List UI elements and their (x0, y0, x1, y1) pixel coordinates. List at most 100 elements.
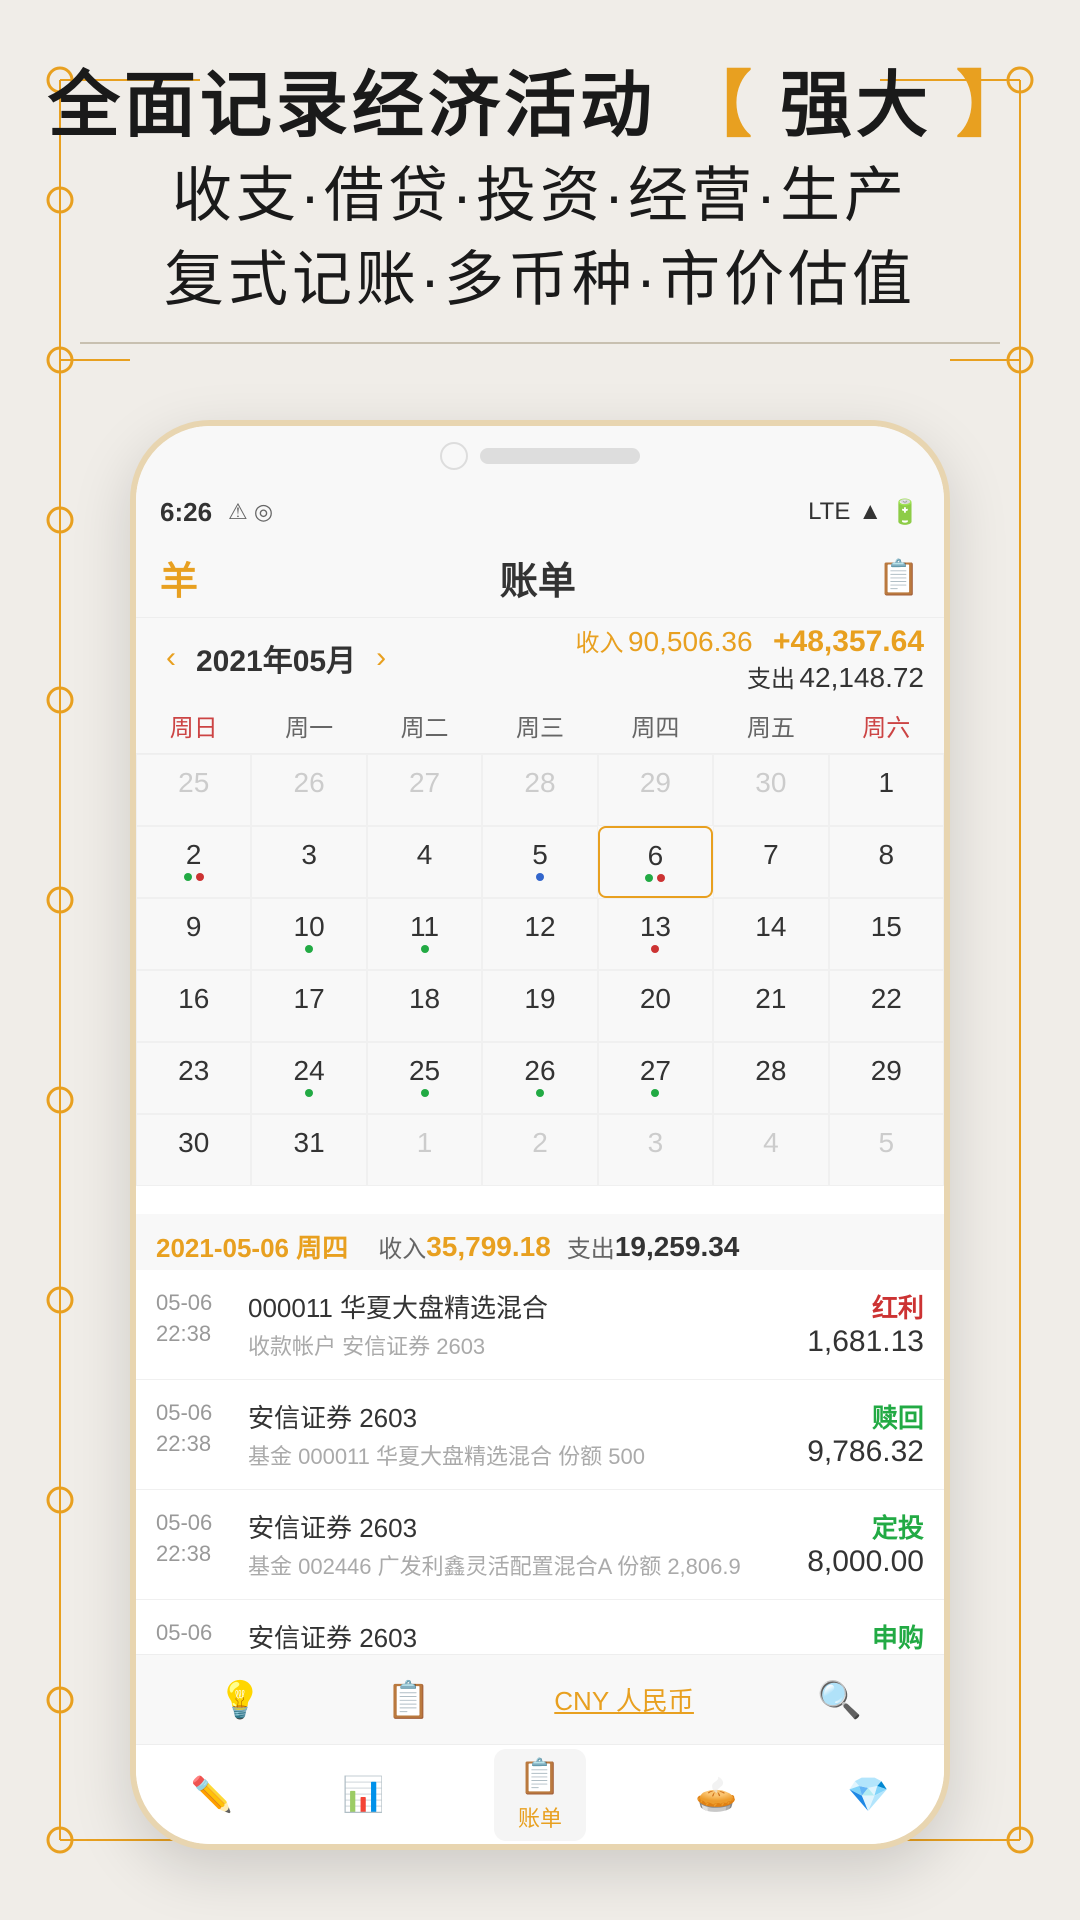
weekday-sun: 周日 (136, 698, 251, 753)
cal-day-12[interactable]: 12 (482, 898, 597, 970)
cal-day-2-other[interactable]: 2 (482, 1114, 597, 1186)
day-number: 25 (178, 767, 209, 799)
day-number: 20 (640, 983, 671, 1015)
day-number: 25 (409, 1055, 440, 1087)
cal-day-3[interactable]: 3 (251, 826, 366, 898)
day-number: 13 (640, 911, 671, 943)
nav-bill[interactable]: 📋 账单 (494, 1749, 586, 1841)
day-dots (536, 1089, 544, 1097)
phone-speaker (480, 448, 640, 464)
cal-day-5-other[interactable]: 5 (829, 1114, 944, 1186)
cal-day-10[interactable]: 10 (251, 898, 366, 970)
bottom-toolbar: 💡 📋 CNY 人民币 🔍 (136, 1654, 944, 1744)
weekday-mon: 周一 (251, 698, 366, 753)
nav-diamond[interactable]: 💎 (847, 1775, 889, 1815)
cal-day-2[interactable]: 2 (136, 826, 251, 898)
status-signal: ▲ (858, 498, 882, 526)
edit-icon[interactable]: 📋 (878, 558, 920, 598)
cal-day-8[interactable]: 8 (829, 826, 944, 898)
day-number: 30 (755, 767, 786, 799)
day-dots (651, 945, 659, 953)
cal-day-30[interactable]: 30 (136, 1114, 251, 1186)
cal-day-9[interactable]: 9 (136, 898, 251, 970)
cal-day-31[interactable]: 31 (251, 1114, 366, 1186)
cal-day-26[interactable]: 26 (482, 1042, 597, 1114)
cal-day-28[interactable]: 28 (713, 1042, 828, 1114)
cal-day-26-other[interactable]: 26 (251, 754, 366, 826)
trans-name-1: 安信证券 2603 (248, 1398, 795, 1435)
green-dot (421, 1089, 429, 1097)
next-month-button[interactable]: › (366, 641, 396, 675)
day-number: 9 (186, 911, 202, 943)
day-number: 19 (524, 983, 555, 1015)
cal-day-28-other[interactable]: 28 (482, 754, 597, 826)
cal-day-25-other[interactable]: 25 (136, 754, 251, 826)
weekday-wed: 周三 (482, 698, 597, 753)
cal-day-19[interactable]: 19 (482, 970, 597, 1042)
header-line3: 复式记账·多币种·市价估值 (80, 238, 1000, 344)
cal-day-3-other[interactable]: 3 (598, 1114, 713, 1186)
bill-nav-label: 账单 (518, 1801, 562, 1833)
nav-chart[interactable]: 🥧 (695, 1775, 737, 1815)
day-number: 4 (763, 1127, 779, 1159)
red-dot (196, 873, 204, 881)
cal-day-4[interactable]: 4 (367, 826, 482, 898)
status-battery: 🔋 (890, 498, 920, 527)
cal-day-5[interactable]: 5 (482, 826, 597, 898)
app-nav-bar: 羊 账单 📋 (136, 538, 944, 618)
cal-day-29[interactable]: 29 (829, 1042, 944, 1114)
cal-day-1-other[interactable]: 1 (367, 1114, 482, 1186)
green-dot (305, 1089, 313, 1097)
cal-day-29-other[interactable]: 29 (598, 754, 713, 826)
nav-edit[interactable]: ✏️ (191, 1775, 233, 1815)
weekday-tue: 周二 (367, 698, 482, 753)
day-dots (421, 1089, 429, 1097)
app-title: 账单 (198, 550, 878, 605)
transaction-item-1[interactable]: 05-06 22:38 安信证券 2603 基金 000011 华夏大盘精选混合… (136, 1380, 944, 1490)
search-icon[interactable]: 🔍 (817, 1679, 862, 1721)
cal-day-27[interactable]: 27 (598, 1042, 713, 1114)
cal-day-18[interactable]: 18 (367, 970, 482, 1042)
nav-table[interactable]: 📊 (342, 1775, 384, 1815)
cal-day-11[interactable]: 11 (367, 898, 482, 970)
cal-day-25[interactable]: 25 (367, 1042, 482, 1114)
cal-day-30-other[interactable]: 30 (713, 754, 828, 826)
cal-day-16[interactable]: 16 (136, 970, 251, 1042)
phone-camera (440, 442, 468, 470)
day-number: 27 (409, 767, 440, 799)
cal-day-23[interactable]: 23 (136, 1042, 251, 1114)
net-value: +48,357.64 (773, 625, 924, 658)
day-number: 11 (410, 911, 439, 943)
date-income-label: 收入 (378, 1229, 426, 1264)
prev-month-button[interactable]: ‹ (156, 641, 186, 675)
green-dot (305, 945, 313, 953)
cal-day-14[interactable]: 14 (713, 898, 828, 970)
cal-day-24[interactable]: 24 (251, 1042, 366, 1114)
bill-nav-icon: 📋 (519, 1757, 561, 1797)
cal-day-4-other[interactable]: 4 (713, 1114, 828, 1186)
day-number: 15 (871, 911, 902, 943)
list-icon[interactable]: 📋 (386, 1679, 431, 1721)
transaction-item-0[interactable]: 05-06 22:38 000011 华夏大盘精选混合 收款帐户 安信证券 26… (136, 1270, 944, 1380)
green-dot (536, 1089, 544, 1097)
cal-day-17[interactable]: 17 (251, 970, 366, 1042)
header-line2: 收支·借贷·投资·经营·生产 (0, 154, 1080, 238)
cal-day-27-other[interactable]: 27 (367, 754, 482, 826)
currency-selector[interactable]: CNY 人民币 (554, 1681, 694, 1718)
cal-day-7[interactable]: 7 (713, 826, 828, 898)
cal-day-20[interactable]: 20 (598, 970, 713, 1042)
transaction-item-2[interactable]: 05-06 22:38 安信证券 2603 基金 002446 广发利鑫灵活配置… (136, 1490, 944, 1600)
trans-right-1: 赎回 9,786.32 (807, 1398, 924, 1469)
green-dot (651, 1089, 659, 1097)
cal-day-1[interactable]: 1 (829, 754, 944, 826)
weekday-thu: 周四 (598, 698, 713, 753)
day-number: 7 (763, 839, 779, 871)
cal-day-13[interactable]: 13 (598, 898, 713, 970)
day-dots (305, 1089, 313, 1097)
cal-day-6[interactable]: 6 (598, 826, 713, 898)
cal-day-21[interactable]: 21 (713, 970, 828, 1042)
cal-day-15[interactable]: 15 (829, 898, 944, 970)
cal-day-22[interactable]: 22 (829, 970, 944, 1042)
bulb-icon[interactable]: 💡 (218, 1679, 263, 1721)
day-number: 5 (532, 839, 548, 871)
